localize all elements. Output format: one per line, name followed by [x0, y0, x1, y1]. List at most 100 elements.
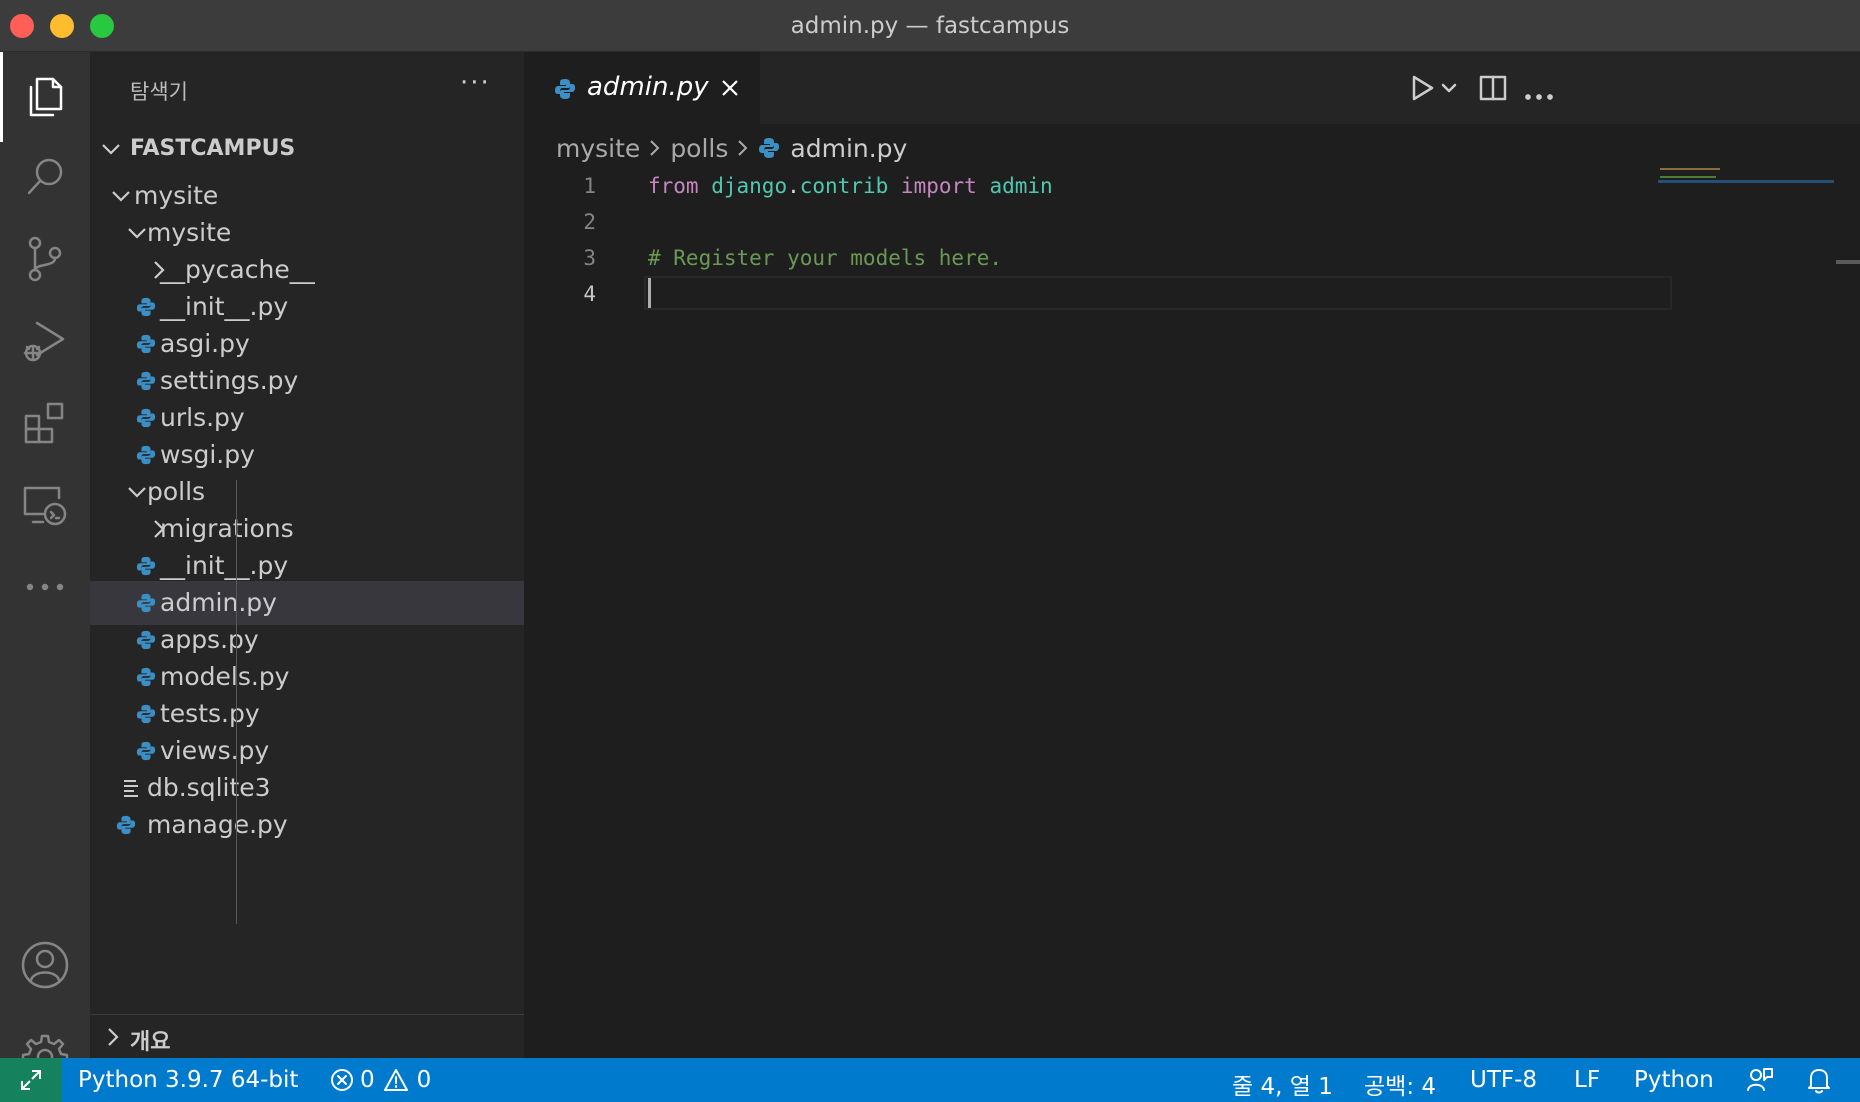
tab-admin-py[interactable]: admin.py: [524, 52, 760, 124]
chevron-right-icon: [108, 1028, 119, 1046]
python-file-icon: [136, 741, 156, 761]
line-number: 3: [583, 246, 596, 270]
activity-source-control[interactable]: [0, 214, 90, 304]
language-mode-button[interactable]: Python: [1634, 1067, 1714, 1093]
code-line: 2: [524, 204, 1654, 240]
python-file-icon: [136, 334, 156, 354]
line-number: 2: [583, 210, 596, 234]
line-number: 1: [583, 174, 596, 198]
tree-item-label: migrations: [160, 514, 294, 543]
code-line: 3 # Register your models here.: [524, 240, 1654, 276]
python-file-icon: [136, 556, 156, 576]
sidebar-more-button[interactable]: ···: [460, 68, 491, 98]
python-file-icon: [136, 704, 156, 724]
outline-section-header[interactable]: 개요: [90, 1014, 524, 1058]
code-editor[interactable]: 1 from django.contrib import admin 2 3 #…: [524, 168, 1860, 1058]
problems-indicator[interactable]: 0 0: [330, 1067, 431, 1093]
code-line: 4: [524, 276, 1654, 312]
chevron-down-icon: [1441, 83, 1457, 93]
account-icon: [21, 941, 69, 989]
encoding-button[interactable]: UTF-8: [1470, 1067, 1537, 1093]
code-text: from django.contrib import admin: [648, 174, 1053, 198]
run-python-button[interactable]: [1410, 74, 1436, 106]
tree-item-label: __init__.py: [160, 292, 289, 321]
python-file-icon: [759, 138, 780, 158]
tree-item-label: wsgi.py: [160, 440, 255, 469]
text-cursor: [648, 278, 651, 308]
breadcrumb: mysite polls admin.py: [556, 128, 907, 168]
warning-icon: [383, 1069, 408, 1091]
python-file-icon: [116, 815, 136, 835]
close-icon[interactable]: [720, 78, 740, 98]
more-icon: [1525, 94, 1553, 100]
text-file-icon: [124, 780, 138, 797]
tree-item-label: tests.py: [160, 699, 260, 728]
tree-item-label: mysite: [147, 218, 232, 247]
feedback-icon: [1747, 1068, 1773, 1091]
tree-item-label: polls: [147, 477, 206, 506]
python-file-icon: [136, 297, 156, 317]
activity-extensions[interactable]: [0, 378, 90, 468]
tree-item-label: models.py: [160, 662, 290, 691]
activity-explorer[interactable]: [0, 52, 90, 142]
tree-item-label: __init__.py: [160, 551, 289, 580]
minimap-slider: [1658, 180, 1834, 183]
workspace-name: FASTCAMPUS: [130, 136, 296, 161]
overview-ruler-marker: [1836, 260, 1860, 264]
status-bar: Python 3.9.7 64-bit 0 0 줄 4, 열 1 공백: 4 U…: [0, 1058, 1860, 1102]
tree-item-label: settings.py: [160, 366, 299, 395]
remote-explorer-icon: [23, 486, 67, 526]
activity-search[interactable]: [0, 132, 90, 222]
split-editor-icon: [1479, 75, 1507, 101]
activity-remote-explorer[interactable]: [0, 460, 90, 550]
tab-label: admin.py: [587, 72, 709, 102]
python-interpreter-button[interactable]: Python 3.9.7 64-bit: [78, 1067, 298, 1093]
line-number: 4: [583, 282, 596, 306]
activity-run-debug[interactable]: [0, 296, 90, 386]
run-options-dropdown[interactable]: [1440, 80, 1458, 99]
chevron-down-icon: [112, 191, 130, 202]
python-file-icon: [136, 667, 156, 687]
breadcrumb-item[interactable]: mysite: [556, 134, 640, 163]
activity-accounts[interactable]: [0, 920, 90, 1010]
workspace-section-header[interactable]: FASTCAMPUS: [90, 130, 524, 170]
notifications-button[interactable]: [1806, 1066, 1832, 1094]
python-file-icon: [136, 593, 156, 613]
feedback-button[interactable]: [1746, 1066, 1774, 1094]
files-icon: [29, 77, 62, 117]
warning-count: 0: [416, 1067, 432, 1093]
activity-bar: [0, 52, 90, 1081]
error-count: 0: [360, 1067, 375, 1093]
more-icon: [26, 583, 64, 591]
remote-indicator-button[interactable]: [0, 1058, 62, 1102]
cursor-position-button[interactable]: 줄 4, 열 1: [1232, 1067, 1333, 1101]
minimap[interactable]: [1658, 168, 1834, 188]
python-file-icon: [555, 79, 575, 99]
play-icon: [1412, 75, 1434, 101]
python-file-icon: [136, 630, 156, 650]
activity-more[interactable]: [0, 542, 90, 632]
outline-label: 개요: [130, 1030, 171, 1055]
tree-item-label: manage.py: [147, 810, 288, 839]
minimap-line: [1660, 176, 1716, 178]
split-editor-button[interactable]: [1478, 74, 1508, 106]
tree-item-label: apps.py: [160, 625, 259, 654]
breadcrumb-file[interactable]: admin.py: [790, 134, 907, 163]
code-line: 1 from django.contrib import admin: [524, 168, 1654, 204]
bell-icon: [1808, 1069, 1830, 1094]
python-file-icon: [136, 445, 156, 465]
python-file-icon: [136, 371, 156, 391]
extensions-icon: [24, 402, 64, 444]
breadcrumb-item[interactable]: polls: [670, 134, 728, 163]
indentation-button[interactable]: 공백: 4: [1364, 1067, 1436, 1101]
tree-file-item[interactable]: manage.py: [90, 803, 524, 847]
indent-guide: [236, 480, 237, 924]
chevron-right-icon: [650, 140, 660, 156]
tree-item-label: __pycache__: [160, 255, 315, 284]
editor-more-actions[interactable]: [1524, 86, 1554, 105]
sidebar-title: 탐색기: [130, 80, 188, 104]
python-file-icon: [136, 408, 156, 428]
window-title: admin.py — fastcampus: [790, 13, 1070, 39]
error-icon: [331, 1069, 353, 1091]
eol-button[interactable]: LF: [1574, 1067, 1600, 1093]
